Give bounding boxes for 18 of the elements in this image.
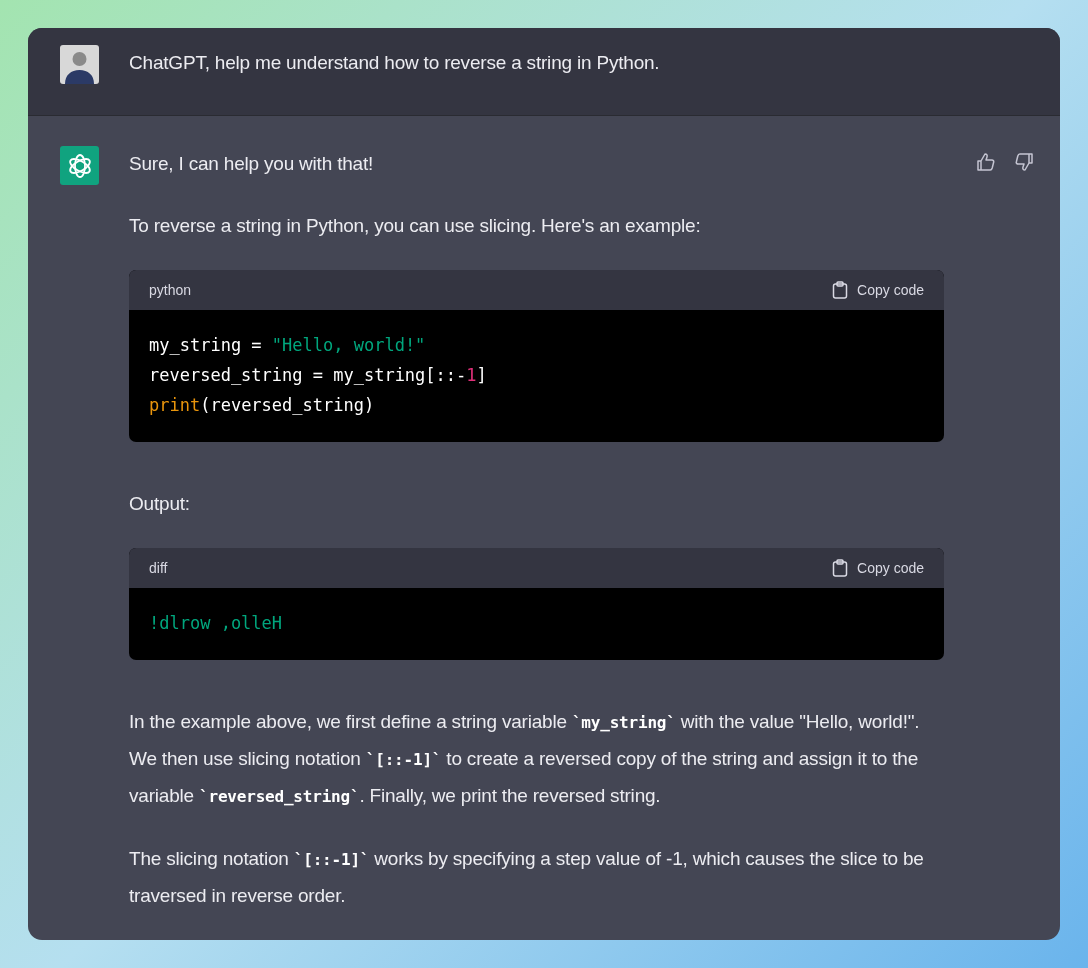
clipboard-icon xyxy=(832,281,849,299)
message-paragraph: The slicing notation `[::-1]` works by specifying a step value of -1, which causes the slice to be traversed in reverse order. xyxy=(129,847,925,908)
message-paragraph: To reverse a string in Python, you can use slicing. Here's an example: xyxy=(129,214,702,238)
copy-code-button[interactable]: Copy code xyxy=(832,557,924,579)
code-line: my_string = "Hello, world!" xyxy=(149,334,426,357)
code-language-label: diff xyxy=(149,558,168,578)
message-paragraph: In the example above, we first define a string variable `my_string` with the value "Hello, world!". We then use slicing notation `[::-1]` to create a reversed copy of the string and assign it to the variable `reversed_string`. Finally, we print the reversed string. xyxy=(129,710,921,808)
user-message: ChatGPT, help me understand how to reverse a string in Python. xyxy=(129,51,660,75)
code-line: print(reversed_string) xyxy=(149,394,375,417)
message-paragraph: Output: xyxy=(129,492,191,516)
code-line: !dlrow ,olleH xyxy=(149,612,283,635)
code-line: reversed_string = my_string[::-1] xyxy=(149,364,487,387)
clipboard-icon xyxy=(832,559,849,577)
copy-code-button[interactable]: Copy code xyxy=(832,279,924,301)
user-avatar xyxy=(60,45,99,84)
assistant-logo-icon xyxy=(60,146,99,185)
message-paragraph: Sure, I can help you with that! xyxy=(129,152,375,176)
code-language-label: python xyxy=(149,280,192,300)
